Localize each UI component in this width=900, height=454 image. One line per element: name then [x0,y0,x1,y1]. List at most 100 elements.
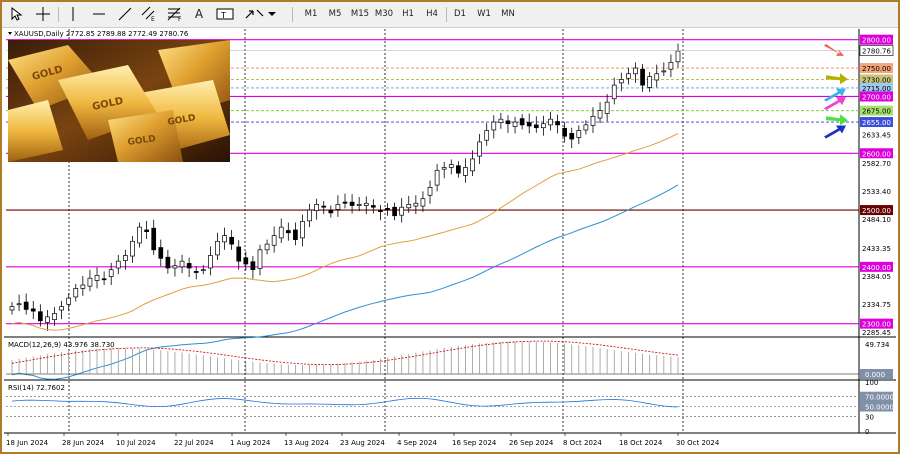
candle-body [342,201,348,204]
date-axis-label: 22 Jul 2024 [174,439,214,447]
date-axis-label: 28 Jun 2024 [62,439,105,447]
price-axis-label: 2633.45 [862,131,891,139]
candle-body [618,79,624,84]
candle-body [123,255,128,261]
timeframe-m30[interactable]: M30 [372,5,396,23]
candle-body [633,67,638,75]
candle-body [604,101,610,114]
gold-bars-image: GOLD GOLD GOLD GOLD [8,40,230,162]
price-axis-label: 2384.05 [862,273,891,281]
price-axis-label: 2285.45 [862,329,891,337]
price-axis-label: 2655.00 [862,119,891,127]
equidistant-channel-icon[interactable]: E [140,5,158,23]
timeframe-m1[interactable]: M1 [300,5,322,23]
date-axis-label: 18 Jun 2024 [6,439,49,447]
candle-body [30,308,36,312]
rsi-axis-label: 70.0000 [865,394,894,402]
price-axis-label: 2400.00 [862,264,891,272]
candle-body [463,167,468,176]
candle-body [257,249,263,269]
timeframe-m5[interactable]: M5 [324,5,346,23]
candle-body [45,316,50,323]
date-axis-label: 1 Aug 2024 [230,439,271,447]
candle-body [179,260,185,268]
price-axis-label: 2582.70 [862,160,891,168]
candle-body [456,165,461,174]
candle-body [611,84,617,100]
candle-body [399,206,405,216]
candle-body [236,246,242,262]
candle-body [208,255,213,269]
candle-body [640,68,645,86]
timeframe-m15[interactable]: M15 [348,5,372,23]
candle-body [363,202,369,206]
date-axis-label: 26 Sep 2024 [509,439,554,447]
candle-body [385,208,390,210]
timeframe-w1[interactable]: W1 [474,5,494,23]
candle-body [87,277,93,287]
toolbar: E F A T M1 M5 M15 M30 H1 H4 D1 W1 MN [2,2,898,28]
symbol-info: XAUUSD,Daily 2772.85 2789.88 2772.49 278… [14,30,189,38]
trendline-icon[interactable] [116,5,134,23]
date-axis-label: 10 Jul 2024 [116,439,156,447]
date-axis-label: 18 Oct 2024 [619,439,663,447]
timeframe-d1[interactable]: D1 [450,5,470,23]
candle-body [541,123,546,129]
candle-body [307,209,312,222]
candle-body [370,205,376,208]
date-axis-label: 13 Aug 2024 [284,439,329,447]
candle-body [37,311,43,322]
candle-body [505,120,511,125]
candle-body [229,236,234,245]
arrows-icon[interactable] [242,5,278,23]
horizontal-line-icon[interactable] [90,5,108,23]
candle-body [250,261,256,271]
candle-body [583,124,589,131]
date-axis-label: 23 Aug 2024 [340,439,385,447]
crosshair-icon[interactable] [34,5,52,23]
candle-body [59,306,64,311]
timeframe-h4[interactable]: H4 [422,5,442,23]
vertical-line-icon[interactable] [64,5,82,23]
price-axis-label: 2700.00 [862,93,891,101]
candle-body [9,306,15,311]
candle-body [186,263,192,269]
candle-body [300,221,305,239]
candle-body [356,204,362,206]
candle-body [151,227,157,251]
candle-body [215,240,220,256]
candle-body [349,201,355,206]
price-axis-label: 2750.00 [862,65,891,73]
timeframe-mn[interactable]: MN [498,5,518,23]
candle-body [441,167,447,170]
candle-body [52,313,57,321]
candle-body [654,73,660,81]
candle-body [130,240,135,257]
candle-body [172,265,178,269]
text-icon[interactable]: A [190,5,208,23]
candle-body [378,210,383,212]
cursor-icon[interactable] [8,5,26,23]
candle-body [413,202,419,207]
candle-body [222,235,227,243]
candle-body [555,121,560,126]
text-label-icon[interactable]: T [214,5,236,23]
rsi-axis-label: 100 [865,379,878,387]
price-axis-label: 2780.76 [862,48,891,56]
fibonacci-icon[interactable]: F [166,5,184,23]
candle-body [477,141,482,157]
price-axis-label: 2675.00 [862,108,891,116]
candle-body [533,124,539,129]
timeframe-h1[interactable]: H1 [398,5,418,23]
date-axis-label: 8 Oct 2024 [563,439,602,447]
candle-body [548,118,553,126]
candle-body [80,284,86,289]
candle-body [264,243,270,251]
candle-body [498,118,504,123]
candle-body [94,275,100,281]
price-axis-label: 2300.00 [862,321,891,329]
rsi-label: RSI(14) 72.7602 [8,384,65,392]
macd-axis-label: 49.734 [865,341,890,349]
candle-body [484,130,490,141]
candle-body [675,50,681,63]
